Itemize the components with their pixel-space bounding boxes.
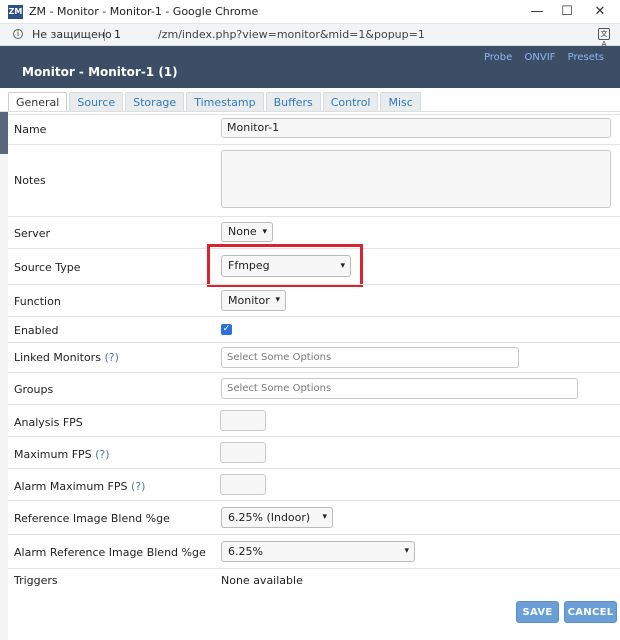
cancel-button[interactable]: CANCEL [564, 601, 617, 623]
chevron-down-icon: ▾ [404, 546, 409, 556]
source-type-highlight [207, 244, 363, 287]
form-row-maximum-fps: Maximum FPS (?) [8, 436, 620, 468]
close-window-button[interactable]: ✕ [585, 2, 615, 22]
tab-divider [0, 111, 620, 112]
triggers-label: Triggers [14, 574, 58, 587]
modal-header: Probe ONVIF Presets Monitor - Monitor-1 … [0, 46, 620, 88]
form-row-reference-blend: Reference Image Blend %ge 6.25% (Indoor)… [8, 500, 620, 534]
translate-icon[interactable]: 文A [598, 28, 610, 48]
address-path[interactable]: /zm/index.php?view=monitor&mid=1&popup=1 [158, 28, 425, 41]
enabled-label: Enabled [14, 324, 59, 337]
window-title: ZM - Monitor - Monitor-1 - Google Chrome [29, 5, 259, 18]
analysis-fps-input[interactable] [220, 410, 266, 431]
window-titlebar: ZM ZM - Monitor - Monitor-1 - Google Chr… [0, 0, 620, 24]
address-divider [104, 29, 105, 41]
tab-storage[interactable]: Storage [125, 92, 185, 112]
form-row-function: Function Monitor ▾ [8, 284, 620, 316]
chevron-down-icon: ▾ [262, 227, 267, 237]
form-row-alarm-maximum-fps: Alarm Maximum FPS (?) [8, 468, 620, 500]
left-gutter [0, 112, 8, 640]
chevron-down-icon: ▾ [322, 512, 327, 522]
onvif-link[interactable]: ONVIF [525, 52, 556, 63]
presets-link[interactable]: Presets [568, 52, 604, 63]
server-select[interactable]: None ▾ [221, 222, 273, 242]
alarm-maximum-fps-input[interactable] [220, 474, 266, 495]
form-row-analysis-fps: Analysis FPS [8, 404, 620, 436]
alarm-maximum-fps-label: Alarm Maximum FPS (?) [14, 480, 145, 493]
form-row-groups: Groups Select Some Options [8, 372, 620, 404]
function-select[interactable]: Monitor ▾ [221, 290, 286, 311]
save-button[interactable]: SAVE [516, 601, 559, 623]
name-input[interactable]: Monitor-1 [221, 118, 611, 138]
analysis-fps-label: Analysis FPS [14, 416, 83, 429]
alarm-reference-blend-label: Alarm Reference Image Blend %ge [14, 546, 206, 559]
alarm-reference-blend-select[interactable]: 6.25% ▾ [221, 541, 415, 562]
linked-monitors-label-text: Linked Monitors [14, 351, 101, 364]
form-row-enabled: Enabled ✓ [8, 316, 620, 342]
alarm-maximum-fps-label-text: Alarm Maximum FPS [14, 480, 128, 493]
tab-general[interactable]: General [8, 92, 68, 112]
reference-blend-value: 6.25% (Indoor) [228, 511, 311, 524]
tab-source[interactable]: Source [69, 92, 124, 112]
form-row-triggers: Triggers None available [8, 568, 620, 590]
function-label: Function [14, 295, 61, 308]
alarm-reference-blend-value: 6.25% [228, 545, 263, 558]
maximum-fps-label: Maximum FPS (?) [14, 448, 110, 461]
enabled-checkbox[interactable]: ✓ [221, 324, 232, 335]
form-row-linked-monitors: Linked Monitors (?) Select Some Options [8, 342, 620, 372]
modal-title: Monitor - Monitor-1 (1) [22, 65, 178, 79]
security-status[interactable]: Не защищено [32, 28, 112, 41]
function-value: Monitor [228, 294, 270, 307]
form-row-notes: Notes [8, 144, 620, 216]
source-type-label: Source Type [14, 261, 81, 274]
name-label: Name [14, 123, 47, 136]
chevron-down-icon: ▾ [275, 295, 280, 305]
left-gutter-dark [0, 112, 8, 154]
form-row-alarm-reference-blend: Alarm Reference Image Blend %ge 6.25% ▾ [8, 534, 620, 568]
reference-blend-select[interactable]: 6.25% (Indoor) ▾ [221, 507, 333, 528]
minimize-button[interactable]: — [522, 2, 552, 22]
groups-label: Groups [14, 383, 54, 396]
tab-control[interactable]: Control [322, 92, 379, 112]
maximum-fps-help-link[interactable]: (?) [95, 448, 109, 461]
alarm-maximum-fps-help-link[interactable]: (?) [131, 480, 145, 493]
maximum-fps-input[interactable] [220, 442, 266, 463]
linked-monitors-label: Linked Monitors (?) [14, 351, 119, 364]
address-bar[interactable]: i Не защищено 1 /zm/index.php?view=monit… [0, 24, 620, 48]
address-host[interactable]: 1 [114, 28, 121, 41]
server-label: Server [14, 227, 51, 240]
header-links: Probe ONVIF Presets [475, 52, 604, 63]
reference-blend-label: Reference Image Blend %ge [14, 512, 170, 525]
notes-label: Notes [14, 174, 46, 187]
maximum-fps-label-text: Maximum FPS [14, 448, 92, 461]
form-row-name: Name Monitor-1 [8, 114, 620, 144]
info-icon[interactable]: i [13, 29, 23, 39]
tab-bar: General Source Storage Timestamp Buffers… [8, 92, 423, 112]
linked-monitors-input[interactable]: Select Some Options [221, 347, 519, 368]
zm-logo-icon: ZM [8, 5, 23, 19]
probe-link[interactable]: Probe [484, 52, 512, 63]
tab-misc[interactable]: Misc [380, 92, 421, 112]
notes-textarea[interactable] [221, 150, 611, 208]
linked-monitors-help-link[interactable]: (?) [104, 351, 118, 364]
tab-buffers[interactable]: Buffers [265, 92, 321, 112]
tab-timestamp[interactable]: Timestamp [186, 92, 264, 112]
groups-input[interactable]: Select Some Options [221, 378, 578, 399]
maximize-button[interactable]: ☐ [552, 2, 582, 22]
server-value: None [228, 225, 257, 238]
triggers-value: None available [221, 574, 303, 587]
